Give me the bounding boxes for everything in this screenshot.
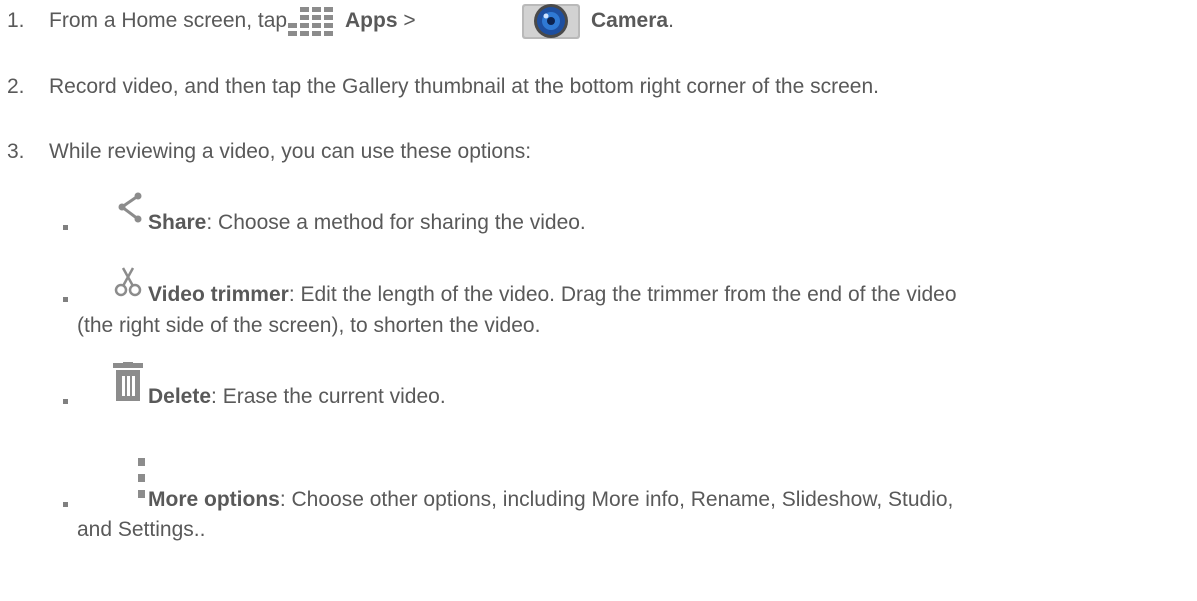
option-share: Share: Choose a method for sharing the v… (148, 211, 586, 235)
option-desc-continued: (the right side of the screen), to short… (77, 314, 541, 337)
bullet (63, 297, 68, 302)
scissors-icon (114, 267, 142, 297)
option-label: More options (148, 488, 280, 511)
separator: > (397, 9, 416, 32)
trash-icon (113, 362, 143, 401)
bullet (63, 399, 68, 404)
option-more-options: More options: Choose other options, incl… (148, 488, 953, 512)
step-number: 2. (7, 75, 25, 98)
camera-label: Camera (591, 9, 669, 32)
option-desc: : Choose a method for sharing the video. (206, 211, 586, 234)
option-label: Delete (148, 385, 212, 408)
period: . (668, 9, 674, 32)
step-text: From a Home screen, tap (49, 9, 288, 32)
option-label: Video trimmer (148, 283, 289, 306)
option-delete: Delete: Erase the current video. (148, 385, 446, 409)
option-desc: : Erase the current video. (211, 385, 446, 408)
bullet (63, 225, 68, 230)
step-text: While reviewing a video, you can use the… (49, 140, 532, 163)
apps-grid-icon (288, 7, 333, 36)
option-desc-continued: and Settings.. (77, 518, 206, 541)
option-desc: : Choose other options, including More i… (279, 488, 954, 511)
camera-label-group: Camera. (591, 9, 674, 33)
more-options-icon (138, 458, 145, 498)
step-number: 1. (7, 9, 25, 32)
camera-icon (522, 4, 580, 39)
step-text: Record video, and then tap the Gallery t… (49, 75, 879, 98)
option-label: Share (148, 211, 207, 234)
bullet (63, 502, 68, 507)
option-desc: : Edit the length of the video. Drag the… (288, 283, 957, 306)
step-number: 3. (7, 140, 25, 163)
option-video-trimmer: Video trimmer: Edit the length of the vi… (148, 283, 957, 307)
share-icon (118, 192, 142, 223)
apps-label: Apps (345, 9, 398, 32)
apps-label-group: Apps > (345, 9, 416, 33)
